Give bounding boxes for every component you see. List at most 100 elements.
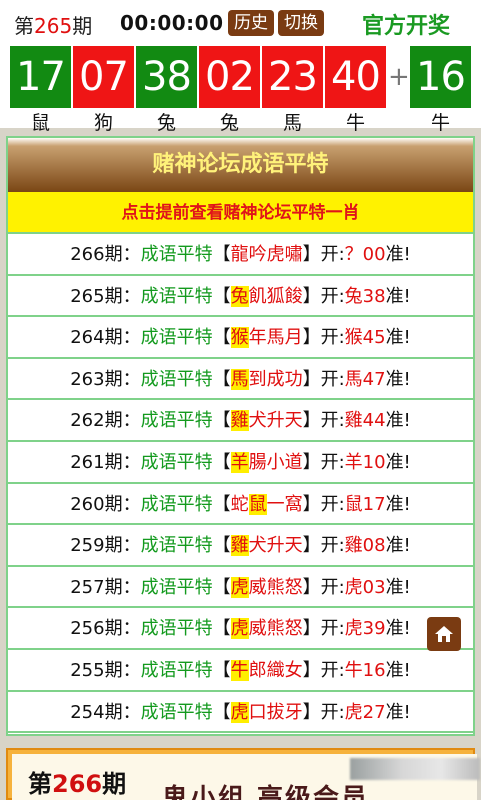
result-zodiac: 虎 xyxy=(344,618,363,640)
row-label: 成语平特 xyxy=(140,701,213,723)
ball-number: 07 xyxy=(79,54,129,100)
idiom-text: 口拔牙 xyxy=(248,701,303,723)
row-label: 成语平特 xyxy=(140,244,213,265)
result-zodiac: 虎 xyxy=(344,701,363,723)
bracket-left: 【 xyxy=(212,410,231,432)
idiom-text: 威熊怒 xyxy=(248,576,303,598)
row-period: 261期： xyxy=(70,451,141,473)
prediction-row: 261期：成语平特【羊腸小道】开:羊10准! xyxy=(8,442,473,484)
switch-button[interactable]: 切换 xyxy=(278,10,324,36)
preview-banner-link[interactable]: 点击提前查看赌神论坛平特一肖 xyxy=(8,192,473,234)
bracket-right: 】 xyxy=(302,327,321,349)
open-label: 开: xyxy=(320,368,345,390)
bracket-left: 【 xyxy=(212,659,231,681)
idiom-text: 犬升天 xyxy=(248,535,303,557)
home-button[interactable] xyxy=(427,617,461,651)
ball-number: 40 xyxy=(331,54,381,100)
current-issue: 第265期 xyxy=(14,10,92,39)
bracket-right: 】 xyxy=(302,493,321,515)
issue-number: 265 xyxy=(34,14,73,38)
prediction-row: 262期：成语平特【雞犬升天】开:雞44准! xyxy=(8,400,473,442)
result-number: 45 xyxy=(362,327,386,349)
result-zodiac: 虎 xyxy=(344,576,363,598)
bracket-right: 】 xyxy=(302,451,321,473)
ball-6: 40 xyxy=(325,46,386,108)
result-zodiac: 馬 xyxy=(344,368,363,390)
special-ball: 16 xyxy=(410,46,471,108)
ball-number: 02 xyxy=(205,54,255,100)
row-label: 成语平特 xyxy=(140,576,213,598)
row-period: 259期： xyxy=(70,535,141,557)
open-label: 开: xyxy=(320,618,345,640)
open-label: 开: xyxy=(320,410,345,432)
accuracy-label: 准! xyxy=(385,244,411,265)
result-zodiac: 牛 xyxy=(344,659,363,681)
idiom-highlight: 羊 xyxy=(230,451,249,473)
row-period: 254期： xyxy=(70,701,141,723)
row-period: 266期： xyxy=(70,244,141,265)
result-zodiac: 雞 xyxy=(344,535,363,557)
row-period: 262期： xyxy=(70,410,141,432)
prediction-row: 265期：成语平特【兔飢狐餕】开:兔38准! xyxy=(8,276,473,318)
open-label: 开: xyxy=(320,244,345,265)
bracket-right: 】 xyxy=(302,410,321,432)
bracket-left: 【 xyxy=(212,535,231,557)
result-number: 10 xyxy=(362,451,386,473)
top-bar: 第265期 00:00:00 历史 切换 官方开奖 xyxy=(0,0,481,44)
row-label: 成语平特 xyxy=(140,285,213,307)
bracket-right: 】 xyxy=(302,576,321,598)
footer-issue: 第266期 xyxy=(28,764,126,799)
accuracy-label: 准! xyxy=(385,618,411,640)
idiom-highlight: 虎 xyxy=(230,618,249,640)
bracket-right: 】 xyxy=(302,535,321,557)
prediction-row: 266期：成语平特【龍吟虎嘯】开:？00准! xyxy=(8,234,473,276)
result-zodiac: 雞 xyxy=(344,410,363,432)
result-number: 00 xyxy=(362,244,386,265)
accuracy-label: 准! xyxy=(385,410,411,432)
footer-title: 鬼小组 高级会员 xyxy=(162,784,370,800)
ball-zodiac: 兔 xyxy=(156,112,176,134)
prediction-row: 263期：成语平特【馬到成功】开:馬47准! xyxy=(8,359,473,401)
row-label: 成语平特 xyxy=(140,327,213,349)
idiom-highlight: 牛 xyxy=(230,659,249,681)
footer-ad[interactable]: 第266期 鬼小组 高级会员 xyxy=(6,748,480,800)
open-label: 开: xyxy=(320,576,345,598)
bracket-left-char: 【 xyxy=(212,493,231,515)
bracket-left: 【 xyxy=(212,576,231,598)
ball-number: 17 xyxy=(16,54,66,100)
open-label: 开: xyxy=(320,659,345,681)
result-number: 44 xyxy=(362,410,386,432)
open-label: 开: xyxy=(320,285,345,307)
ball-number: 23 xyxy=(268,54,318,100)
idiom-highlight: 馬 xyxy=(230,368,249,390)
prediction-row: 260期：成语平特【蛇鼠一窩】开:鼠17准! xyxy=(8,484,473,526)
panel-title: 赌神论坛成语平特 xyxy=(8,138,473,192)
ball-number: 38 xyxy=(142,54,192,100)
row-label: 成语平特 xyxy=(140,659,213,681)
result-zodiac: 鼠 xyxy=(344,493,363,515)
prediction-list: 266期：成语平特【龍吟虎嘯】开:？00准! 265期：成语平特【兔飢狐餕】开:兔… xyxy=(8,234,473,734)
row-period: 257期： xyxy=(70,576,141,598)
idiom-highlight: 虎 xyxy=(230,701,249,723)
draw-result: 17 鼠 07 狗 38 兔 02 兔 23 馬 40 牛 + 16 牛 xyxy=(0,44,481,134)
bracket-right: 】 xyxy=(302,368,321,390)
row-label: 成语平特 xyxy=(140,410,213,432)
official-draw-link[interactable]: 官方开奖 xyxy=(362,8,450,40)
bracket-left: 【 xyxy=(212,701,231,723)
result-zodiac: 羊 xyxy=(344,451,363,473)
bracket-right: 】 xyxy=(302,618,321,640)
idiom-highlight: 兔 xyxy=(230,285,249,307)
footer-issue-number: 266 xyxy=(52,770,103,798)
ball-zodiac: 馬 xyxy=(282,112,302,134)
issue-prefix: 第 xyxy=(14,14,34,38)
ball-zodiac: 牛 xyxy=(345,112,365,134)
ball-3: 38 xyxy=(136,46,197,108)
result-number: 03 xyxy=(362,576,386,598)
result-number: 08 xyxy=(362,535,386,557)
accuracy-label: 准! xyxy=(385,368,411,390)
idiom-text: 郎織女 xyxy=(248,659,303,681)
row-label: 成语平特 xyxy=(140,368,213,390)
history-button[interactable]: 历史 xyxy=(228,10,274,36)
accuracy-label: 准! xyxy=(385,327,411,349)
ball-zodiac: 兔 xyxy=(219,112,239,134)
